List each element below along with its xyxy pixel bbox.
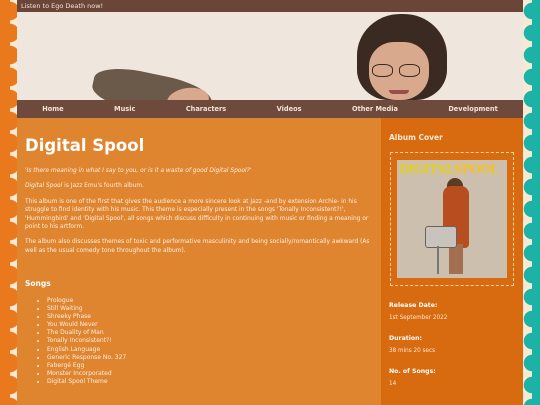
release-date-value: 1st September 2022 bbox=[389, 315, 448, 321]
album-cover-image: DIGITALSPOOL bbox=[397, 160, 507, 278]
album-description-1: This album is one of the first that give… bbox=[25, 198, 369, 231]
song-item: Monster Incorporated bbox=[47, 370, 373, 378]
cover-stand bbox=[437, 246, 439, 274]
glasses-icon bbox=[372, 64, 422, 77]
album-cover-heading: Album Cover bbox=[389, 133, 443, 142]
header-banner-image bbox=[17, 12, 523, 100]
album-intro-rest: is Jazz Emu's fourth album. bbox=[62, 183, 144, 190]
song-item: The Duality of Man bbox=[47, 329, 373, 337]
nav-other-media[interactable]: Other Media bbox=[352, 105, 398, 113]
album-cover-frame: DIGITALSPOOL bbox=[390, 152, 514, 286]
announcement-link[interactable]: Listen to Ego Death now! bbox=[17, 0, 523, 12]
duration-label: Duration: bbox=[389, 335, 422, 342]
album-description-2: The album also discusses themes of toxic… bbox=[25, 239, 370, 254]
sidebar: Album Cover DIGITALSPOOL Release Date: 1… bbox=[381, 118, 523, 405]
page-title: Digital Spool bbox=[25, 136, 145, 155]
album-intro-title: Digital Spool bbox=[25, 183, 63, 190]
song-count-value: 14 bbox=[389, 381, 397, 387]
nav-characters[interactable]: Characters bbox=[186, 105, 226, 113]
song-item: Fabergé Egg bbox=[47, 362, 373, 370]
song-item: Still Waiting bbox=[47, 305, 373, 313]
song-item: Tonally Inconsistent?! bbox=[47, 337, 373, 345]
song-list: Prologue Still Waiting Shreeky Phase You… bbox=[25, 297, 373, 386]
cover-person-legs bbox=[449, 244, 463, 274]
song-count-label: No. of Songs: bbox=[389, 368, 436, 375]
nav-home[interactable]: Home bbox=[42, 105, 63, 113]
song-item: You Would Never bbox=[47, 321, 373, 329]
main-content: Digital Spool 'Is there meaning in what … bbox=[17, 118, 381, 405]
duration-value: 38 mins 20 secs bbox=[389, 348, 436, 354]
nav-music[interactable]: Music bbox=[114, 105, 135, 113]
page-frame: Listen to Ego Death now! Home Music Char… bbox=[17, 0, 523, 405]
main-nav: Home Music Characters Videos Other Media… bbox=[17, 100, 523, 118]
album-cover-title: DIGITALSPOOL bbox=[399, 162, 498, 176]
songs-heading: Songs bbox=[25, 279, 51, 289]
nav-development[interactable]: Development bbox=[448, 105, 497, 113]
banner-mouth bbox=[389, 90, 409, 94]
song-item: Shreeky Phase bbox=[47, 313, 373, 321]
release-date-label: Release Date: bbox=[389, 302, 438, 309]
song-item: English Language bbox=[47, 346, 373, 354]
album-intro: Digital Spool is Jazz Emu's fourth album… bbox=[25, 182, 373, 190]
album-quote: 'Is there meaning in what I say to you, … bbox=[25, 168, 252, 174]
song-item: Prologue bbox=[47, 297, 373, 305]
boombox-icon bbox=[425, 226, 457, 248]
nav-videos[interactable]: Videos bbox=[277, 105, 302, 113]
song-item: Generic Response No. 327 bbox=[47, 354, 373, 362]
song-item: Digital Spool Theme bbox=[47, 378, 373, 386]
